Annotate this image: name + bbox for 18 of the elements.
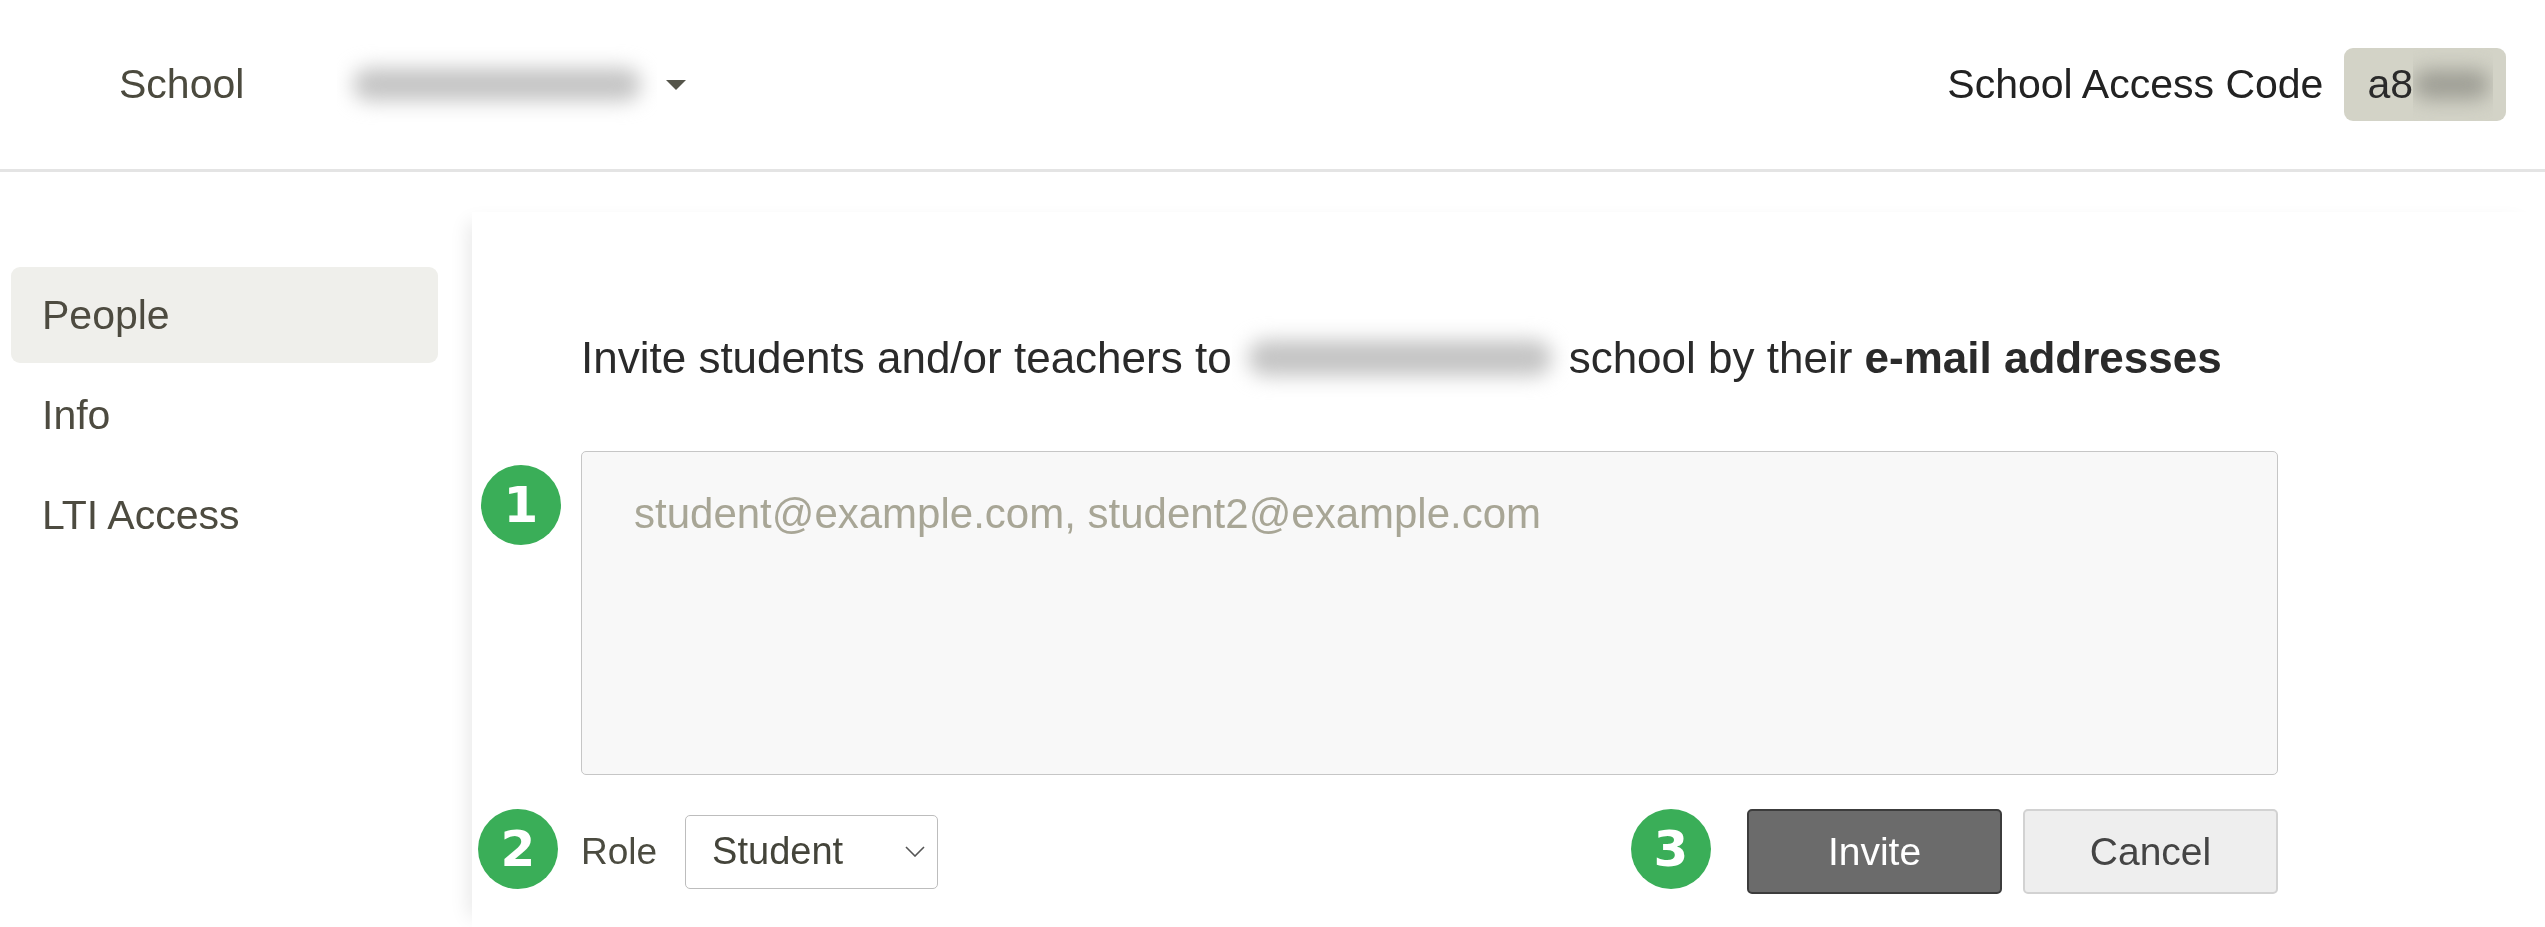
sidebar-item[interactable]: Info (11, 367, 438, 463)
invite-text: Invite students and/or teachers to (581, 333, 1232, 383)
sidebar-item[interactable]: People (11, 267, 438, 363)
step-number-badge: 2 (478, 809, 558, 889)
caret-down-icon[interactable] (666, 79, 687, 90)
access-code-text: a8 (2367, 61, 2413, 108)
school-label: School (119, 61, 245, 108)
chevron-down-icon (905, 846, 926, 857)
invite-button[interactable]: Invite (1747, 809, 2002, 894)
role-select[interactable]: Student (685, 814, 939, 889)
step-number-badge: 1 (481, 465, 561, 545)
sidebar-item[interactable]: LTI Access (11, 467, 438, 563)
role-label: Role (581, 830, 658, 873)
email-input-field[interactable]: student@example.com, student2@example.com (581, 451, 2278, 775)
step-number-badge: 3 (1631, 809, 1711, 889)
cancel-button[interactable]: Cancel (2023, 809, 2278, 894)
access-code-label: School Access Code (1947, 61, 2324, 108)
invite-text: school by their e-mail addresses (1568, 333, 2222, 383)
